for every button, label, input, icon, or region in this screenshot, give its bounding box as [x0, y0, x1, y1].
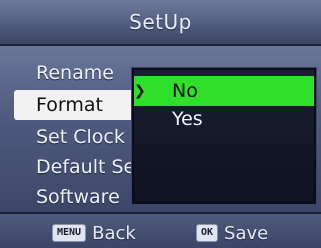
- page-title: SetUp: [129, 10, 192, 34]
- save-button[interactable]: OK Save: [196, 222, 268, 244]
- menu-key-icon: MENU: [52, 224, 87, 242]
- footer-bar: MENU Back OK Save: [0, 212, 321, 248]
- submenu-item-no[interactable]: ❯ No: [134, 76, 314, 106]
- menu-item-label: Rename: [36, 62, 114, 84]
- selection-arrow-icon: ❯: [134, 83, 146, 99]
- back-label: Back: [92, 222, 136, 244]
- format-submenu: ❯ No Yes: [132, 68, 316, 204]
- ok-key-icon: OK: [196, 224, 219, 242]
- submenu-item-label: No: [172, 80, 198, 102]
- submenu-item-label: Yes: [172, 108, 203, 130]
- save-label: Save: [224, 222, 269, 244]
- submenu-item-yes[interactable]: Yes: [134, 104, 314, 134]
- camera-setup-screen: SetUp Rename Format Set Clock Default Se…: [0, 0, 321, 248]
- menu-item-label: Software: [36, 186, 120, 208]
- title-bar: SetUp: [0, 0, 321, 46]
- menu-item-label: Format: [36, 94, 103, 116]
- menu-item-label: Default Se: [36, 156, 136, 178]
- back-button[interactable]: MENU Back: [52, 222, 136, 244]
- menu-item-label: Set Clock: [36, 126, 125, 148]
